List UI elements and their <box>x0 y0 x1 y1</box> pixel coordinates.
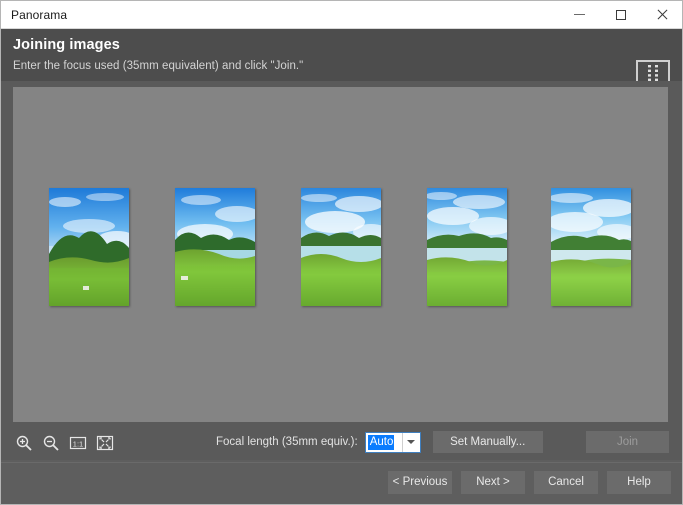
minimize-button[interactable] <box>559 1 600 28</box>
window-title: Panorama <box>11 7 68 22</box>
title-bar: Panorama <box>1 1 682 29</box>
body-area: 1:1 Focal length (35mm equiv.): Auto Set… <box>1 81 682 463</box>
list-item[interactable] <box>551 188 631 306</box>
next-button[interactable]: Next > <box>461 470 525 494</box>
landscape-thumbnail-3 <box>301 188 381 306</box>
landscape-thumbnail-1 <box>49 188 129 306</box>
zoom-out-button[interactable] <box>41 433 61 453</box>
list-item[interactable] <box>49 188 129 306</box>
join-button[interactable]: Join <box>586 431 669 453</box>
list-item[interactable] <box>427 188 507 306</box>
svg-text:1:1: 1:1 <box>73 439 83 448</box>
zoom-out-icon <box>43 435 59 451</box>
fit-to-window-button[interactable] <box>95 433 115 453</box>
focal-length-value: Auto <box>367 434 395 450</box>
previous-button[interactable]: < Previous <box>388 470 452 494</box>
zoom-toolbar: 1:1 <box>1 433 115 453</box>
focal-length-label: Focal length (35mm equiv.): <box>216 436 358 448</box>
focal-length-combobox[interactable]: Auto <box>364 431 421 453</box>
actual-size-button[interactable]: 1:1 <box>68 433 88 453</box>
focal-length-input[interactable]: Auto <box>366 433 402 452</box>
close-button[interactable] <box>641 1 682 28</box>
set-manually-button[interactable]: Set Manually... <box>432 431 543 453</box>
close-icon <box>656 9 668 21</box>
list-item[interactable] <box>175 188 255 306</box>
landscape-thumbnail-5 <box>551 188 631 306</box>
zoom-in-button[interactable] <box>14 433 34 453</box>
maximize-icon <box>615 9 626 20</box>
divider <box>1 462 682 463</box>
zoom-in-icon <box>16 435 32 451</box>
focal-length-dropdown-button[interactable] <box>401 432 420 452</box>
fit-to-window-icon <box>96 435 114 451</box>
landscape-thumbnail-4 <box>427 188 507 306</box>
page-title: Joining images <box>13 37 120 53</box>
header-band: Joining images Enter the focus used (35m… <box>1 29 682 86</box>
footer-button-bar: < Previous Next > Cancel Help <box>1 460 682 504</box>
thumbnail-strip <box>13 87 668 422</box>
cancel-button[interactable]: Cancel <box>534 470 598 494</box>
chevron-down-icon <box>407 440 416 444</box>
focal-length-group: Focal length (35mm equiv.): Auto Set Man… <box>216 431 543 453</box>
tool-option-row: 1:1 Focal length (35mm equiv.): Auto Set… <box>1 426 682 460</box>
panorama-window: Panorama Joining images Enter the focus … <box>0 0 683 505</box>
window-controls <box>559 1 682 28</box>
landscape-thumbnail-2 <box>175 188 255 306</box>
minimize-icon <box>574 14 585 15</box>
help-button[interactable]: Help <box>607 470 671 494</box>
preview-canvas[interactable] <box>13 87 668 422</box>
one-to-one-icon: 1:1 <box>69 436 87 450</box>
maximize-button[interactable] <box>600 1 641 28</box>
list-item[interactable] <box>301 188 381 306</box>
page-subtitle: Enter the focus used (35mm equivalent) a… <box>13 60 304 72</box>
